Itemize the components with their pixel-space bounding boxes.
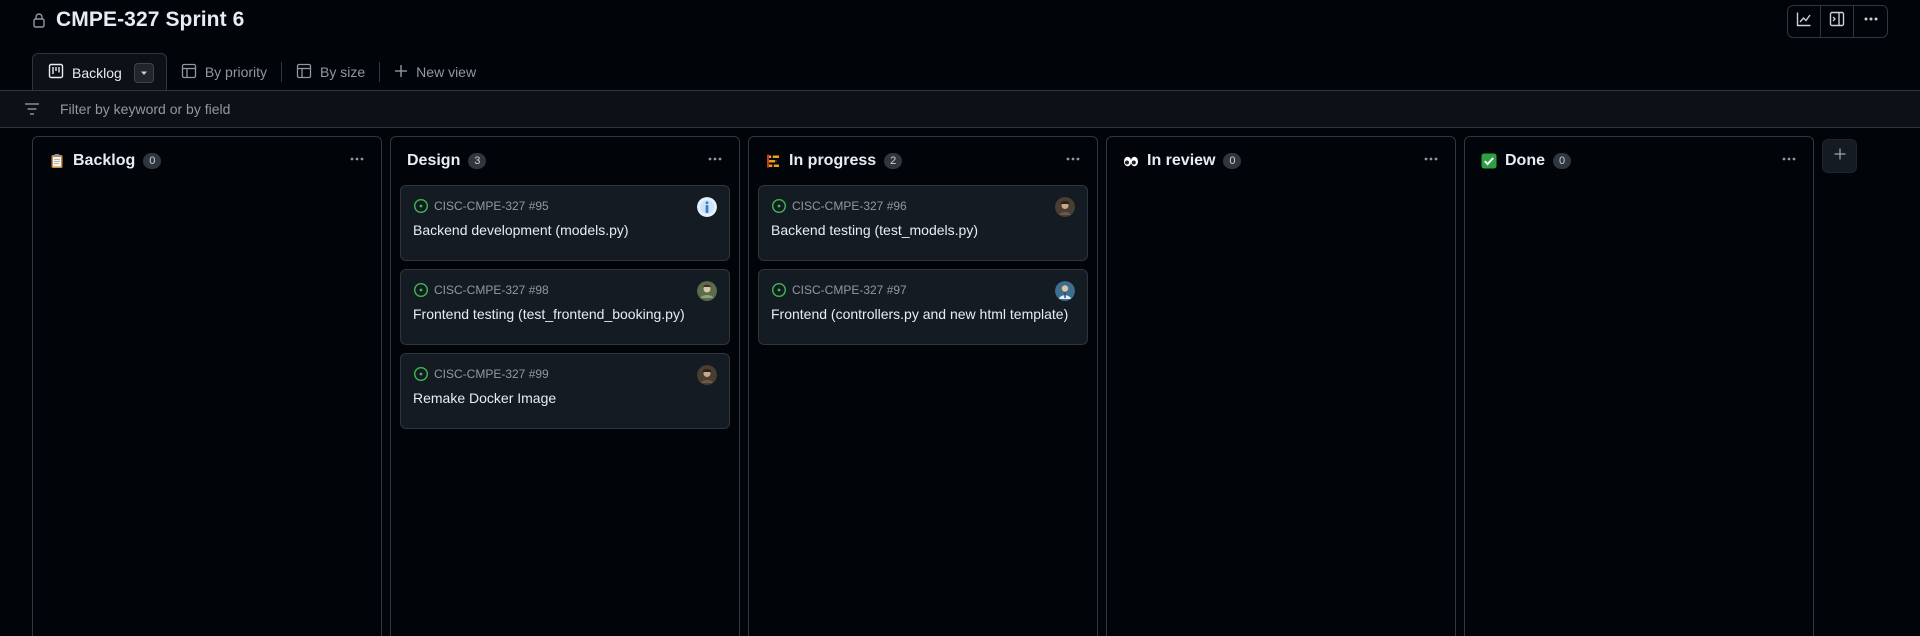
- project-header: CMPE-327 Sprint 6 Backlog By priority By…: [0, 0, 1920, 91]
- view-options-dropdown[interactable]: [133, 62, 154, 83]
- tab-backlog[interactable]: Backlog: [32, 53, 167, 91]
- kebab-horizontal-icon: [1065, 151, 1081, 172]
- column-menu-button[interactable]: [1061, 151, 1085, 171]
- tab-by-size[interactable]: By size: [282, 53, 379, 91]
- board-icon: [48, 63, 64, 82]
- issue-card[interactable]: CISC-CMPE-327 #98 Frontend testing (test…: [400, 269, 730, 345]
- column-header: In progress 2: [749, 137, 1097, 185]
- more-options-button[interactable]: [1854, 6, 1887, 37]
- top-actions: [1787, 5, 1888, 38]
- board: Backlog 0 Design 3 CISC-CMPE-327 #95 Bac…: [32, 136, 1814, 636]
- column-count-badge: 0: [1553, 153, 1571, 169]
- card-list: CISC-CMPE-327 #95 Backend development (m…: [391, 185, 739, 429]
- issue-title[interactable]: Remake Docker Image: [413, 390, 717, 406]
- page-title: CMPE-327 Sprint 6: [56, 8, 245, 31]
- column-design: Design 3 CISC-CMPE-327 #95 Backend devel…: [390, 136, 740, 636]
- column-menu-button[interactable]: [1777, 151, 1801, 171]
- issue-ref-link[interactable]: CISC-CMPE-327 #99: [434, 367, 549, 381]
- tab-label: By priority: [204, 64, 268, 80]
- tab-by-priority[interactable]: By priority: [167, 53, 281, 91]
- issue-ref-link[interactable]: CISC-CMPE-327 #95: [434, 199, 549, 213]
- lock-icon: [32, 12, 46, 28]
- filter-input[interactable]: [60, 96, 960, 122]
- column-menu-button[interactable]: [703, 151, 727, 171]
- column-title: In review: [1147, 152, 1216, 169]
- issue-card[interactable]: CISC-CMPE-327 #97 Frontend (controllers.…: [758, 269, 1088, 345]
- assignee-avatar[interactable]: [1055, 197, 1075, 217]
- card-meta: CISC-CMPE-327 #97: [771, 282, 1075, 298]
- view-tabs: Backlog By priority By size New view: [32, 53, 490, 91]
- clipboard-icon: [49, 153, 65, 169]
- column-in-progress: In progress 2 CISC-CMPE-327 #96 Backend …: [748, 136, 1098, 636]
- triangle-down-icon: [139, 65, 149, 81]
- construction-icon: [765, 153, 781, 169]
- filter-bar: [0, 91, 1920, 128]
- column-header: Backlog 0: [33, 137, 381, 185]
- column-header: Design 3: [391, 137, 739, 185]
- issue-title[interactable]: Backend testing (test_models.py): [771, 222, 1075, 238]
- issue-ref-link[interactable]: CISC-CMPE-327 #96: [792, 199, 907, 213]
- kebab-horizontal-icon: [707, 151, 723, 172]
- column-header: In review 0: [1107, 137, 1455, 185]
- issue-title[interactable]: Frontend (controllers.py and new html te…: [771, 306, 1075, 322]
- column-title: Design: [407, 152, 461, 169]
- kebab-horizontal-icon: [1781, 151, 1797, 172]
- column-title: In progress: [789, 152, 877, 169]
- card-meta: CISC-CMPE-327 #98: [413, 282, 717, 298]
- column-title: Backlog: [73, 152, 136, 169]
- assignee-avatar[interactable]: [697, 197, 717, 217]
- card-meta: CISC-CMPE-327 #99: [413, 366, 717, 382]
- plus-icon: [394, 64, 408, 81]
- issue-card[interactable]: CISC-CMPE-327 #95 Backend development (m…: [400, 185, 730, 261]
- issue-opened-icon: [413, 282, 429, 298]
- table-icon: [296, 63, 312, 82]
- column-count-badge: 2: [884, 153, 903, 169]
- kebab-horizontal-icon: [1423, 151, 1439, 172]
- graph-icon: [1796, 11, 1812, 32]
- column-menu-button[interactable]: [1419, 151, 1443, 171]
- check-box-icon: [1481, 153, 1497, 169]
- eyes-icon: [1123, 153, 1139, 169]
- plus-icon: [1833, 147, 1847, 166]
- column-done: Done 0: [1464, 136, 1814, 636]
- column-count-badge: 0: [143, 153, 162, 169]
- column-count-badge: 3: [468, 153, 487, 169]
- layout-panel-button[interactable]: [1821, 6, 1854, 37]
- assignee-avatar[interactable]: [697, 281, 717, 301]
- issue-opened-icon: [413, 366, 429, 382]
- issue-title[interactable]: Frontend testing (test_frontend_booking.…: [413, 306, 717, 322]
- column-menu-button[interactable]: [345, 151, 369, 171]
- filter-icon[interactable]: [24, 102, 40, 121]
- issue-ref-link[interactable]: CISC-CMPE-327 #97: [792, 283, 907, 297]
- title-row: CMPE-327 Sprint 6: [32, 8, 244, 32]
- issue-opened-icon: [413, 198, 429, 214]
- column-in-review: In review 0: [1106, 136, 1456, 636]
- column-header: Done 0: [1465, 137, 1813, 185]
- tab-label: New view: [416, 64, 477, 80]
- card-meta: CISC-CMPE-327 #96: [771, 198, 1075, 214]
- column-backlog: Backlog 0: [32, 136, 382, 636]
- issue-card[interactable]: CISC-CMPE-327 #96 Backend testing (test_…: [758, 185, 1088, 261]
- issue-card[interactable]: CISC-CMPE-327 #99 Remake Docker Image: [400, 353, 730, 429]
- card-meta: CISC-CMPE-327 #95: [413, 198, 717, 214]
- tab-label: Backlog: [72, 64, 122, 81]
- column-count-badge: 0: [1223, 153, 1242, 169]
- kebab-horizontal-icon: [1863, 11, 1879, 32]
- issue-title[interactable]: Backend development (models.py): [413, 222, 717, 238]
- card-list: CISC-CMPE-327 #96 Backend testing (test_…: [749, 185, 1097, 345]
- column-title: Done: [1505, 152, 1545, 169]
- add-column-button[interactable]: [1822, 139, 1857, 173]
- insights-button[interactable]: [1788, 6, 1821, 37]
- assignee-avatar[interactable]: [1055, 281, 1075, 301]
- issue-opened-icon: [771, 198, 787, 214]
- kebab-horizontal-icon: [349, 151, 365, 172]
- assignee-avatar[interactable]: [697, 365, 717, 385]
- sidebar-expand-icon: [1829, 11, 1845, 32]
- table-icon: [181, 63, 197, 82]
- tab-label: By size: [320, 64, 366, 80]
- new-view-button[interactable]: New view: [380, 53, 490, 91]
- issue-opened-icon: [771, 282, 787, 298]
- issue-ref-link[interactable]: CISC-CMPE-327 #98: [434, 283, 549, 297]
